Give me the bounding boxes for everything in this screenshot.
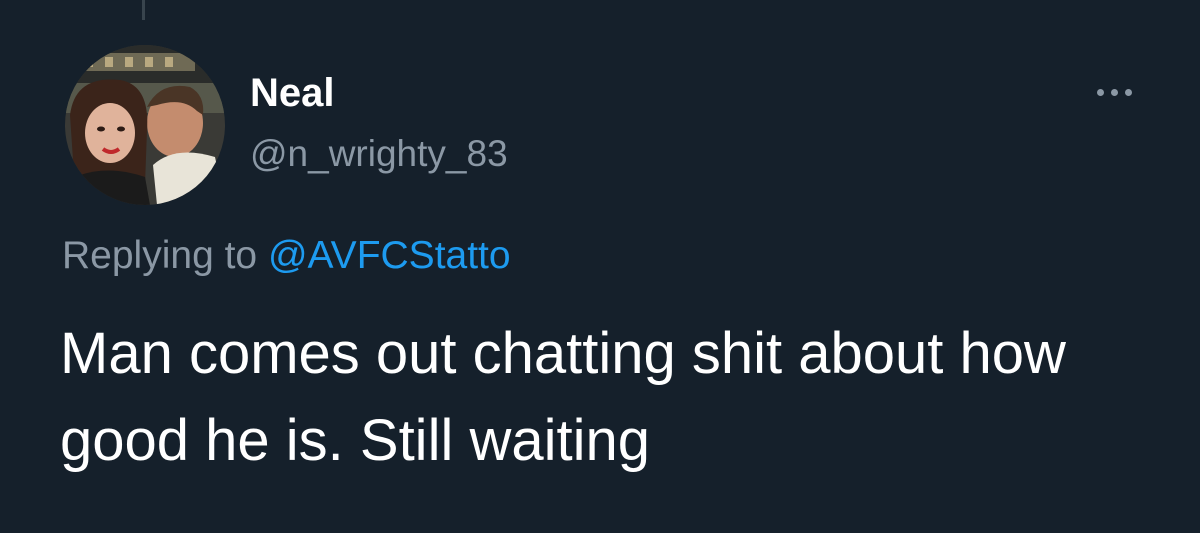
avatar[interactable] xyxy=(65,45,225,205)
thread-connector-line xyxy=(142,0,145,20)
replying-to-mention-link[interactable]: @AVFCStatto xyxy=(268,234,511,277)
replying-to-label: Replying to xyxy=(62,234,258,277)
more-horizontal-icon xyxy=(1096,88,1104,96)
replying-to-line: Replying to @AVFCStatto xyxy=(62,232,511,280)
more-horizontal-icon xyxy=(1124,88,1132,96)
profile-photo-icon xyxy=(65,45,225,205)
more-horizontal-icon xyxy=(1110,88,1118,96)
tweet-text: Man comes out chatting shit about how go… xyxy=(60,321,1066,473)
author-display-name[interactable]: Neal xyxy=(250,70,335,116)
more-options-button[interactable] xyxy=(1088,72,1140,112)
author-handle[interactable]: @n_wrighty_83 xyxy=(250,132,508,176)
